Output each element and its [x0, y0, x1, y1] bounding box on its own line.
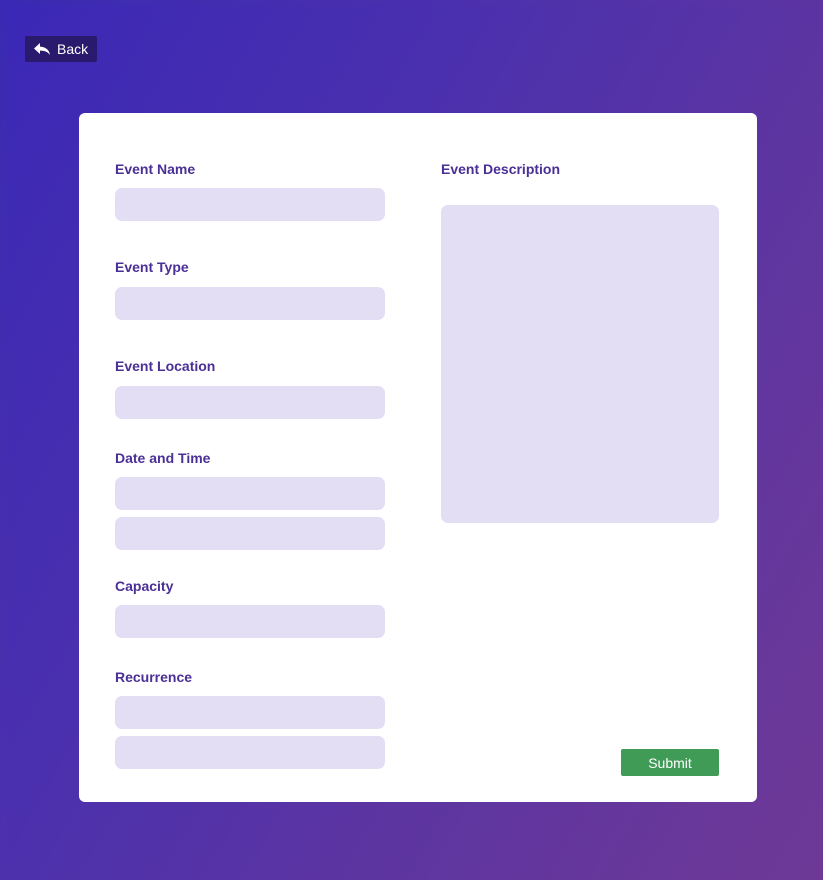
date-input[interactable] — [115, 477, 385, 510]
event-location-input[interactable] — [115, 386, 385, 419]
back-arrow-icon — [33, 42, 51, 56]
event-name-label: Event Name — [115, 161, 196, 177]
submit-button[interactable]: Submit — [621, 749, 719, 776]
event-form-card: Event Name Event Type Event Location Dat… — [79, 113, 757, 802]
capacity-input[interactable] — [115, 605, 385, 638]
event-description-label: Event Description — [441, 161, 561, 177]
recurrence-input-second[interactable] — [115, 736, 385, 769]
date-time-label: Date and Time — [115, 450, 211, 466]
back-button[interactable]: Back — [25, 36, 98, 62]
event-type-label: Event Type — [115, 259, 189, 275]
time-input[interactable] — [115, 517, 385, 550]
recurrence-input-first[interactable] — [115, 696, 385, 729]
event-description-textarea[interactable] — [441, 205, 719, 523]
recurrence-label: Recurrence — [115, 669, 193, 685]
event-name-input[interactable] — [115, 188, 385, 221]
back-button-label: Back — [57, 41, 89, 57]
capacity-label: Capacity — [115, 578, 174, 594]
event-type-input[interactable] — [115, 287, 385, 320]
page-background: Back Event Name Event Type Event Locatio… — [7, 6, 823, 880]
event-location-label: Event Location — [115, 358, 216, 374]
